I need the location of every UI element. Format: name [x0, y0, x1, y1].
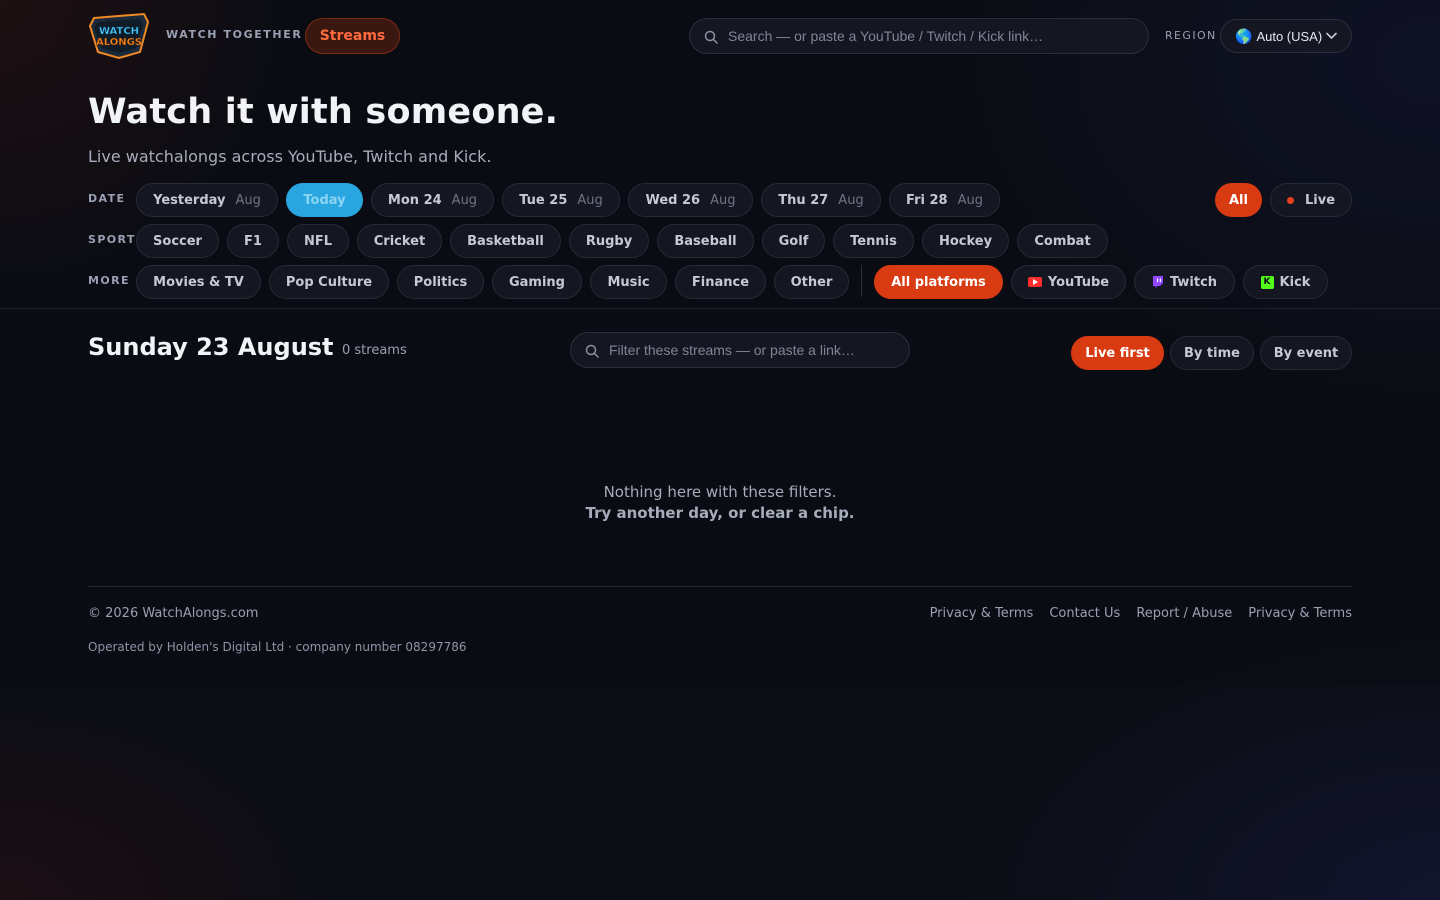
- sport-chip-hockey[interactable]: Hockey: [922, 224, 1009, 258]
- date-chip-day: Fri 28: [906, 192, 948, 208]
- platform-chip-twitch[interactable]: Twitch: [1134, 265, 1235, 299]
- sport-chip-cricket[interactable]: Cricket: [357, 224, 442, 258]
- footer-divider: [88, 586, 1352, 587]
- svg-text:WATCH: WATCH: [99, 26, 139, 37]
- date-chip-month: Aug: [235, 192, 261, 208]
- date-chip-day: Today: [303, 192, 346, 208]
- date-chip-thu-27[interactable]: Thu 27 Aug: [761, 183, 881, 217]
- sport-chip-tennis[interactable]: Tennis: [833, 224, 914, 258]
- page-subtitle: Live watchalongs across YouTube, Twitch …: [88, 147, 492, 166]
- more-chip-other[interactable]: Other: [774, 265, 849, 299]
- date-chip-tue-25[interactable]: Tue 25 Aug: [502, 183, 620, 217]
- region-value: Auto (USA): [1256, 28, 1323, 44]
- sport-chip-golf[interactable]: Golf: [762, 224, 825, 258]
- platform-chip-youtube[interactable]: YouTube: [1011, 265, 1126, 299]
- region-select[interactable]: 🌎 Auto (USA): [1220, 19, 1352, 53]
- youtube-icon: [1027, 277, 1042, 287]
- date-chip-day: Tue 25: [519, 192, 568, 208]
- more-chip-finance[interactable]: Finance: [675, 265, 766, 299]
- date-chip-fri-28[interactable]: Fri 28 Aug: [889, 183, 1000, 217]
- date-chip-month: Aug: [957, 192, 983, 208]
- status-chip-live[interactable]: Live: [1270, 183, 1352, 217]
- chevron-down-icon: [1326, 32, 1337, 39]
- day-heading: Sunday 23 August: [88, 333, 334, 361]
- more-chip-pop-culture[interactable]: Pop Culture: [269, 265, 389, 299]
- date-chip-month: Aug: [451, 192, 478, 208]
- footer-links: Privacy & Terms Contact Us Report / Abus…: [930, 606, 1352, 621]
- date-chip-day: Thu 27: [778, 192, 829, 208]
- date-chip-month: Aug: [577, 192, 603, 208]
- more-chip-politics[interactable]: Politics: [397, 265, 484, 299]
- sort-by-event[interactable]: By event: [1260, 336, 1352, 370]
- sport-chip-combat[interactable]: Combat: [1017, 224, 1108, 258]
- sport-row-label: SPORT: [88, 233, 136, 246]
- more-chip-music[interactable]: Music: [590, 265, 667, 299]
- sport-chip-basketball[interactable]: Basketball: [450, 224, 561, 258]
- globe-icon: 🌎: [1235, 27, 1253, 44]
- sport-chip-soccer[interactable]: Soccer: [136, 224, 219, 258]
- region-label: REGION: [1165, 29, 1217, 42]
- sport-chip-f1[interactable]: F1: [227, 224, 279, 258]
- date-chip-yesterday[interactable]: Yesterday Aug: [136, 183, 278, 217]
- date-chip-day: Yesterday: [153, 192, 226, 208]
- row-divider: [861, 265, 862, 297]
- footer-link-report[interactable]: Report / Abuse: [1136, 606, 1232, 621]
- platform-chip-kick-label: Kick: [1279, 274, 1311, 290]
- stream-count: 0 streams: [342, 343, 407, 358]
- more-chip-gaming[interactable]: Gaming: [492, 265, 582, 299]
- status-chip-all[interactable]: All: [1215, 183, 1262, 217]
- global-search[interactable]: [689, 18, 1149, 54]
- empty-state-message: Nothing here with these filters.: [603, 483, 837, 501]
- search-icon: [704, 30, 718, 44]
- search-input[interactable]: [728, 19, 1128, 53]
- empty-state-hint: Try another day, or clear a chip.: [585, 504, 855, 522]
- footer-link-privacy[interactable]: Privacy & Terms: [930, 606, 1034, 621]
- sport-chip-baseball[interactable]: Baseball: [657, 224, 754, 258]
- date-chip-today[interactable]: Today: [286, 183, 363, 217]
- section-divider: [0, 308, 1440, 309]
- sort-by-time[interactable]: By time: [1170, 336, 1254, 370]
- footer-link-contact[interactable]: Contact Us: [1049, 606, 1120, 621]
- more-chip-movies-tv[interactable]: Movies & TV: [136, 265, 261, 299]
- date-chip-month: Aug: [838, 192, 864, 208]
- status-chip-live-label: Live: [1304, 192, 1336, 208]
- date-chip-wed-26[interactable]: Wed 26 Aug: [628, 183, 753, 217]
- sport-chip-rugby[interactable]: Rugby: [569, 224, 649, 258]
- platform-chip-kick[interactable]: K Kick: [1243, 265, 1328, 299]
- streams-button[interactable]: Streams: [305, 18, 400, 54]
- platform-chip-twitch-label: Twitch: [1169, 274, 1218, 290]
- footer-link-privacy-2[interactable]: Privacy & Terms: [1248, 606, 1352, 621]
- page-title: Watch it with someone.: [88, 92, 559, 132]
- sport-chip-nfl[interactable]: NFL: [287, 224, 349, 258]
- stream-filter[interactable]: [570, 332, 910, 368]
- svg-text:ALONGS: ALONGS: [96, 37, 142, 48]
- date-chip-mon-24[interactable]: Mon 24 Aug: [371, 183, 494, 217]
- filter-input[interactable]: [609, 333, 899, 367]
- platform-chip-all[interactable]: All platforms: [874, 265, 1003, 299]
- footer-company-info: Operated by Holden's Digital Ltd · compa…: [88, 640, 467, 654]
- date-chip-day: Mon 24: [387, 192, 442, 208]
- twitch-icon: [1152, 275, 1163, 288]
- date-chip-day: Wed 26: [645, 192, 701, 208]
- sort-live-first[interactable]: Live first: [1071, 336, 1164, 370]
- live-dot-icon: [1286, 196, 1294, 204]
- watchalongs-logo[interactable]: WATCH ALONGS: [88, 12, 150, 60]
- brand-tagline: WATCH TOGETHER: [166, 28, 303, 41]
- kick-icon: K: [1260, 275, 1274, 289]
- search-icon: [585, 344, 599, 358]
- footer-copyright: © 2026 WatchAlongs.com: [88, 606, 259, 621]
- date-chip-month: Aug: [710, 192, 736, 208]
- platform-chip-youtube-label: YouTube: [1047, 274, 1110, 290]
- more-row-label: MORE: [88, 274, 130, 287]
- date-row-label: DATE: [88, 192, 126, 205]
